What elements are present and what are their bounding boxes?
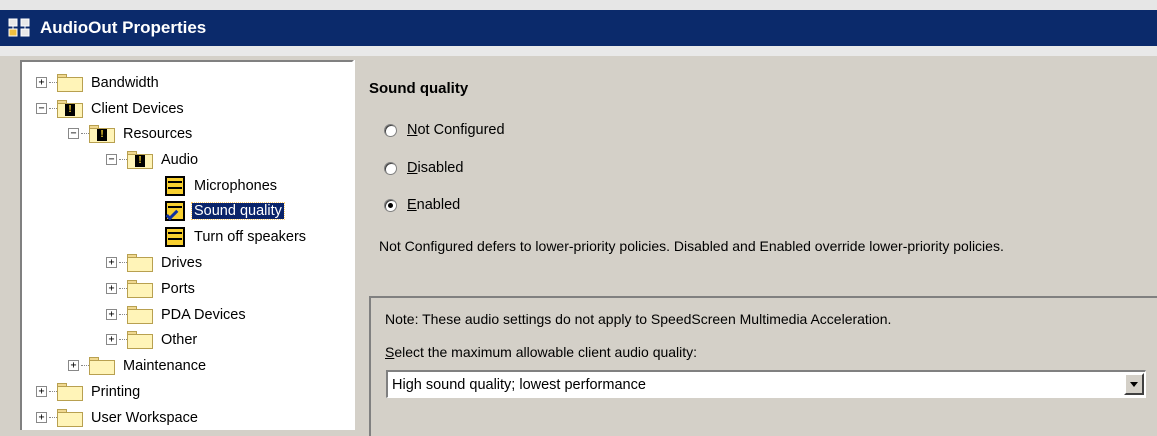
setting-checked-icon bbox=[164, 200, 188, 221]
tree-item-microphones[interactable]: Microphones bbox=[164, 173, 279, 198]
folder-icon bbox=[127, 305, 153, 324]
tree-item-label: Drives bbox=[161, 254, 203, 271]
collapse-icon[interactable]: − bbox=[36, 103, 47, 114]
tree-item-resources[interactable]: − ! Resources bbox=[68, 121, 194, 146]
radio-label: Enabled bbox=[407, 197, 461, 213]
pane-splitter[interactable] bbox=[354, 60, 364, 430]
tree-item-user-workspace[interactable]: + User Workspace bbox=[36, 405, 200, 430]
tree-item-printing[interactable]: + Printing bbox=[36, 379, 142, 404]
section-title: Sound quality bbox=[369, 80, 469, 97]
radio-label: Disabled bbox=[407, 160, 464, 176]
folder-warning-icon: ! bbox=[127, 150, 153, 169]
policy-tree[interactable]: + Bandwidth − ! Client Devices − ! Resou… bbox=[20, 60, 354, 430]
expand-icon[interactable]: + bbox=[36, 77, 47, 88]
tree-item-label: Other bbox=[161, 331, 198, 348]
radio-button[interactable] bbox=[384, 198, 397, 212]
radio-disabled[interactable]: Disabled bbox=[384, 160, 463, 176]
folder-warning-icon: ! bbox=[89, 124, 115, 143]
settings-panel: Sound quality Not Configured Disabled En… bbox=[364, 60, 1157, 436]
collapse-icon[interactable]: − bbox=[68, 128, 79, 139]
tree-item-drives[interactable]: + Drives bbox=[106, 250, 204, 275]
radio-label: Not Configured bbox=[407, 122, 505, 138]
folder-icon bbox=[127, 330, 153, 349]
tree-item-label: Turn off speakers bbox=[194, 228, 307, 245]
expand-icon[interactable]: + bbox=[36, 386, 47, 397]
folder-icon bbox=[127, 253, 153, 272]
tree-item-label: Ports bbox=[161, 280, 195, 297]
select-label: Select the maximum allowable client audi… bbox=[385, 344, 698, 360]
tree-item-label: Microphones bbox=[194, 177, 278, 194]
tree-item-client-devices[interactable]: − ! Client Devices bbox=[36, 96, 186, 121]
tree-item-label: Client Devices bbox=[91, 100, 184, 117]
tree-item-turn-off-speakers[interactable]: Turn off speakers bbox=[164, 224, 308, 249]
folder-warning-icon: ! bbox=[57, 99, 83, 118]
tree-item-label: Sound quality bbox=[191, 201, 285, 220]
top-strip bbox=[0, 0, 1157, 10]
tree-item-other[interactable]: + Other bbox=[106, 327, 199, 352]
setting-icon bbox=[164, 175, 188, 196]
policy-app-icon bbox=[8, 17, 34, 39]
window-title: AudioOut Properties bbox=[40, 18, 207, 37]
tree-item-sound-quality[interactable]: Sound quality bbox=[164, 198, 285, 223]
tree-item-label: Bandwidth bbox=[91, 74, 159, 91]
selected-value: High sound quality; lowest performance bbox=[392, 376, 646, 393]
expand-icon[interactable]: + bbox=[68, 360, 79, 371]
expand-icon[interactable]: + bbox=[106, 283, 117, 294]
title-gap bbox=[0, 46, 1157, 56]
folder-icon bbox=[89, 356, 115, 375]
tree-item-ports[interactable]: + Ports bbox=[106, 276, 197, 301]
tree-item-audio[interactable]: − ! Audio bbox=[106, 147, 200, 172]
expand-icon[interactable]: + bbox=[106, 334, 117, 345]
collapse-icon[interactable]: − bbox=[106, 154, 117, 165]
folder-icon bbox=[57, 382, 83, 401]
tree-item-label: Resources bbox=[123, 125, 193, 142]
radio-not-configured[interactable]: Not Configured bbox=[384, 122, 505, 138]
expand-icon[interactable]: + bbox=[106, 257, 117, 268]
expand-icon[interactable]: + bbox=[36, 412, 47, 423]
options-group: Note: These audio settings do not apply … bbox=[369, 296, 1157, 436]
chevron-down-icon bbox=[1130, 382, 1138, 387]
tree-item-label: Printing bbox=[91, 383, 141, 400]
tree-item-bandwidth[interactable]: + Bandwidth bbox=[36, 70, 161, 95]
radio-button[interactable] bbox=[384, 161, 397, 175]
title-bar[interactable]: AudioOut Properties bbox=[0, 10, 1157, 46]
setting-icon bbox=[164, 226, 188, 247]
policy-description: Not Configured defers to lower-priority … bbox=[379, 238, 1004, 254]
radio-button[interactable] bbox=[384, 123, 397, 137]
tree-item-label: Maintenance bbox=[123, 357, 207, 374]
radio-enabled[interactable]: Enabled bbox=[384, 197, 460, 213]
folder-icon bbox=[57, 408, 83, 427]
tree-item-maintenance[interactable]: + Maintenance bbox=[68, 353, 208, 378]
tree-item-label: Audio bbox=[161, 151, 199, 168]
expand-icon[interactable]: + bbox=[106, 309, 117, 320]
folder-icon bbox=[127, 279, 153, 298]
tree-item-label: PDA Devices bbox=[161, 306, 246, 323]
folder-icon bbox=[57, 73, 83, 92]
tree-item-label: User Workspace bbox=[91, 409, 198, 426]
tree-item-pda-devices[interactable]: + PDA Devices bbox=[106, 302, 248, 327]
note-text: Note: These audio settings do not apply … bbox=[385, 311, 892, 327]
dropdown-button[interactable] bbox=[1124, 373, 1144, 395]
audio-quality-select[interactable]: High sound quality; lowest performance bbox=[386, 370, 1146, 398]
